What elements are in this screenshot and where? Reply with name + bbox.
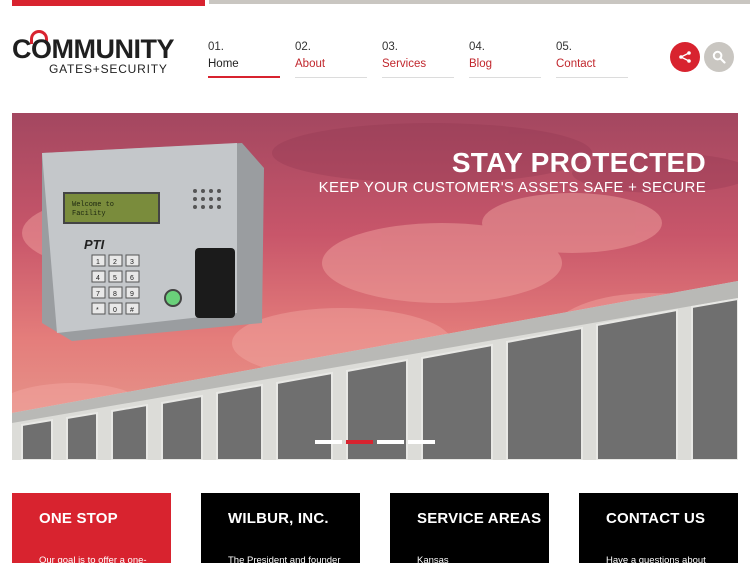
logo-tagline: GATES+SECURITY	[49, 62, 168, 76]
nav-item-label: Blog	[469, 58, 493, 70]
card-service-areas[interactable]: SERVICE AREAS Kansas	[390, 493, 549, 563]
logo-wordmark: COMMUNITY	[12, 34, 174, 64]
svg-text:6: 6	[130, 275, 134, 282]
hero-slider[interactable]: Welcome to Facility PTI 1 2 3 4 5 6 7 8 9 * 0 #	[12, 113, 738, 460]
card-title: SERVICE AREAS	[417, 510, 542, 527]
nav-item-services[interactable]: 03. Services	[382, 40, 454, 78]
nav-item-about[interactable]: 02. About	[295, 40, 367, 78]
svg-text:9: 9	[130, 291, 134, 298]
card-title: WILBUR, INC.	[228, 510, 329, 527]
nav-item-blog[interactable]: 04. Blog	[469, 40, 541, 78]
svg-text:#: #	[130, 307, 134, 314]
nav-item-label: Contact	[556, 58, 596, 70]
slider-dot[interactable]	[315, 440, 342, 444]
site-logo[interactable]: COMMUNITY GATES+SECURITY	[12, 30, 182, 78]
card-wilbur-inc[interactable]: WILBUR, INC. The President and founder	[201, 493, 360, 563]
svg-text:3: 3	[130, 259, 134, 266]
nav-item-label: Services	[382, 58, 427, 70]
hero-subtitle: KEEP YOUR CUSTOMER'S ASSETS SAFE + SECUR…	[318, 179, 706, 196]
nav-item-label: About	[295, 58, 326, 70]
svg-text:1: 1	[96, 259, 100, 266]
nav-item-number: 02.	[295, 41, 311, 53]
card-text: Our goal is to offer a one-	[39, 555, 147, 563]
svg-text:Facility: Facility	[72, 210, 106, 218]
svg-text:7: 7	[96, 291, 100, 298]
svg-text:0: 0	[113, 307, 117, 314]
svg-text:Welcome to: Welcome to	[72, 201, 114, 209]
hero-title: STAY PROTECTED	[451, 147, 706, 178]
svg-text:PTI: PTI	[84, 237, 105, 252]
nav-item-number: 04.	[469, 41, 485, 53]
svg-text:4: 4	[96, 275, 100, 282]
nav-item-home[interactable]: 01. Home	[208, 40, 280, 78]
keypad-device: Welcome to Facility PTI 1 2 3 4 5 6 7 8 9 * 0 #	[42, 143, 264, 341]
slider-dot[interactable]	[408, 440, 435, 444]
nav-item-label: Home	[208, 58, 239, 70]
search-icon	[712, 50, 726, 64]
svg-text:5: 5	[113, 275, 117, 282]
share-icon	[679, 51, 691, 63]
slider-dot-active[interactable]	[346, 440, 373, 444]
card-title: CONTACT US	[606, 510, 706, 527]
svg-text:8: 8	[113, 291, 117, 298]
nav-item-contact[interactable]: 05. Contact	[556, 40, 628, 78]
share-button[interactable]	[670, 42, 700, 72]
nav-item-number: 05.	[556, 41, 572, 53]
top-divider-bar	[209, 0, 750, 4]
card-text: Kansas	[417, 555, 449, 563]
svg-text:*: *	[96, 307, 99, 314]
card-text: Have a questions about	[606, 555, 706, 563]
svg-text:2: 2	[113, 259, 117, 266]
slider-dot[interactable]	[377, 440, 404, 444]
card-title: ONE STOP	[39, 510, 118, 527]
card-text: The President and founder	[228, 555, 341, 563]
nav-item-number: 03.	[382, 41, 398, 53]
card-contact-us[interactable]: CONTACT US Have a questions about	[579, 493, 738, 563]
card-one-stop[interactable]: ONE STOP Our goal is to offer a one-	[12, 493, 171, 563]
nav-item-number: 01.	[208, 41, 224, 53]
search-button[interactable]	[704, 42, 734, 72]
top-accent-bar	[12, 0, 205, 6]
